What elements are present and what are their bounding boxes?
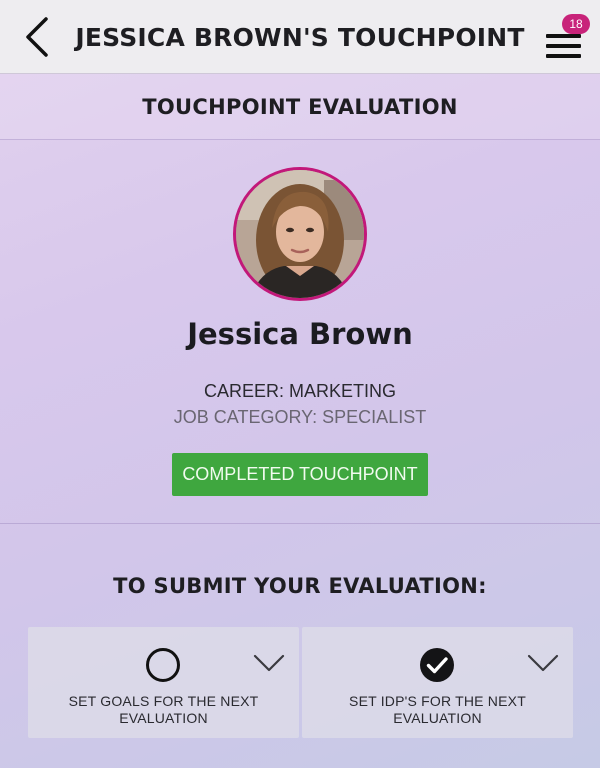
task-card-set-idps[interactable]: SET IDP'S FOR THE NEXT EVALUATION xyxy=(302,627,573,738)
empty-circle-icon xyxy=(146,648,180,682)
chevron-down-icon[interactable] xyxy=(253,653,285,673)
submit-section-title: TO SUBMIT YOUR EVALUATION: xyxy=(113,574,487,598)
chevron-left-icon xyxy=(26,17,48,57)
avatar-photo xyxy=(236,170,364,298)
section-title: TOUCHPOINT EVALUATION xyxy=(142,94,458,119)
person-name: Jessica Brown xyxy=(187,317,413,351)
career-label: CAREER: MARKETING xyxy=(203,381,397,401)
top-bar: JESSICA BROWN'S TOUCHPOINT 18 xyxy=(0,0,600,74)
profile-card: Jessica Brown CAREER: MARKETING JOB CATE… xyxy=(0,141,600,524)
section-header: TOUCHPOINT EVALUATION xyxy=(0,74,600,140)
page-title: JESSICA BROWN'S TOUCHPOINT xyxy=(75,22,525,52)
task-label: SET IDP'S FOR THE NEXT EVALUATION xyxy=(349,693,526,726)
chevron-down-icon[interactable] xyxy=(527,653,559,673)
completed-touchpoint-button[interactable]: COMPLETED TOUCHPOINT xyxy=(172,453,428,496)
menu-button[interactable]: 18 xyxy=(540,14,590,60)
job-category-label: JOB CATEGORY: SPECIALIST xyxy=(173,407,427,427)
back-button[interactable] xyxy=(20,14,54,60)
hamburger-menu-icon xyxy=(546,34,581,38)
avatar xyxy=(233,167,367,301)
check-circle-icon xyxy=(420,648,454,682)
notification-badge: 18 xyxy=(562,14,590,34)
task-label: SET GOALS FOR THE NEXT EVALUATION xyxy=(68,693,259,726)
task-card-set-goals[interactable]: SET GOALS FOR THE NEXT EVALUATION xyxy=(28,627,299,738)
